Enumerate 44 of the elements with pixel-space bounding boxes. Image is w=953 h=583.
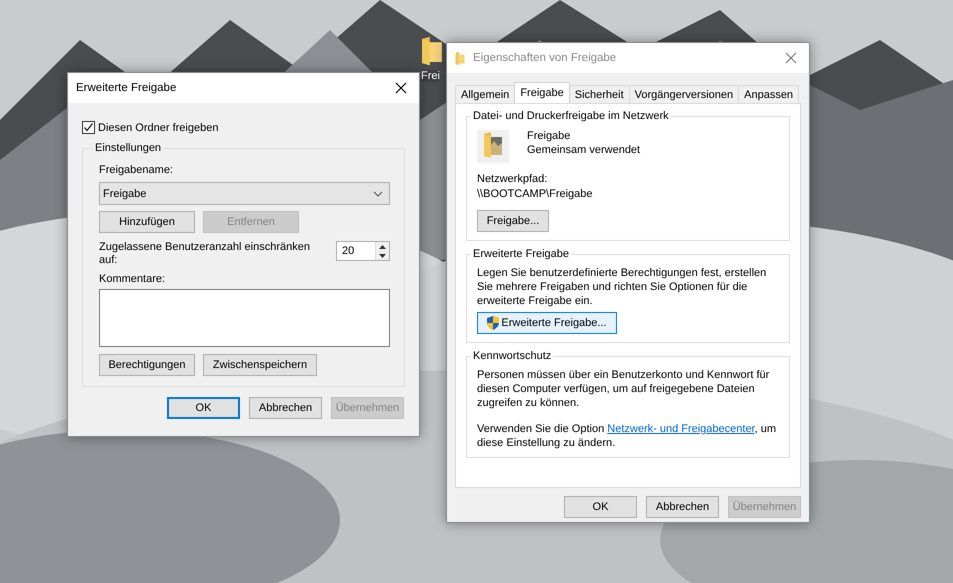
dialog-button[interactable]: Freigabe... [477, 210, 549, 232]
dialog-button[interactable]: Erweiterte Freigabe... [477, 312, 617, 334]
description-text: Personen müssen über ein Benutzerkonto und Kennwort für diesen Computer verfügen, um auf freigegebene Dateien zugreifen zu können. [477, 368, 770, 410]
group-title: Datei- und Druckerfreigabe im Netzwerk [472, 110, 670, 122]
field-label: Netzwerkpfad: [477, 173, 548, 185]
dialog-button[interactable]: Abbrechen [646, 496, 719, 518]
field-label: Kommentare: [99, 273, 166, 285]
folder-icon [483, 132, 503, 158]
comments-field[interactable] [99, 289, 390, 347]
field-label: Freigabename: [99, 164, 174, 176]
window-title: Erweiterte Freigabe [76, 82, 178, 94]
shield-icon [487, 316, 500, 330]
network-path: \\BOOTCAMP\Freigabe [477, 188, 594, 200]
share-status: Gemeinsam verwendet [527, 144, 640, 156]
field-label: Zugelassene Benutzeranzahl einschränken auf: [99, 241, 311, 267]
tab[interactable]: Vorgängerversionen [628, 85, 740, 103]
folder-icon [455, 52, 465, 64]
dialog-button[interactable]: OK [167, 397, 240, 419]
tab[interactable]: Allgemein [455, 85, 516, 103]
down-arrow-icon[interactable] [379, 254, 386, 258]
icon-label[interactable]: Frei [421, 70, 440, 82]
checkbox[interactable] [82, 121, 95, 134]
dialog-button[interactable]: Abbrechen [249, 397, 322, 419]
window-title: Eigenschaften von Freigabe [473, 52, 618, 64]
user-limit-spinner[interactable]: 20 [336, 241, 390, 261]
up-arrow-icon[interactable] [379, 244, 386, 248]
group-title: Kennwortschutz [472, 350, 552, 362]
description-text: Legen Sie benutzerdefinierte Berechtigungen fest, erstellen Sie mehrere Freigaben und richten Sie Optionen für die erweiterte Freigabe ein. [477, 266, 768, 308]
group-title: Einstellungen [94, 142, 162, 154]
network-center-link[interactable]: Netzwerk- und Freigabecenter [607, 423, 755, 435]
close-icon[interactable] [395, 82, 407, 94]
dialog-button[interactable]: OK [564, 496, 637, 518]
tab[interactable]: Freigabe [514, 82, 570, 103]
folder-icon [421, 34, 443, 68]
dialog-button[interactable]: Zwischenspeichern [203, 354, 317, 376]
dialog-button[interactable]: Hinzufügen [99, 211, 195, 233]
checkbox-label[interactable]: Diesen Ordner freigeben [98, 122, 218, 134]
hint-text: Verwenden Sie die Option Netzwerk- und Freigabecenter, um diese Einstellung zu ändern. [477, 422, 777, 450]
chevron-icon [373, 190, 383, 196]
share-name: Freigabe [527, 130, 572, 142]
group-title: Erweiterte Freigabe [472, 248, 570, 260]
share-name-dropdown[interactable]: Freigabe [99, 182, 390, 205]
tab[interactable]: Anpassen [738, 85, 800, 103]
dialog-button[interactable]: Berechtigungen [99, 354, 195, 376]
